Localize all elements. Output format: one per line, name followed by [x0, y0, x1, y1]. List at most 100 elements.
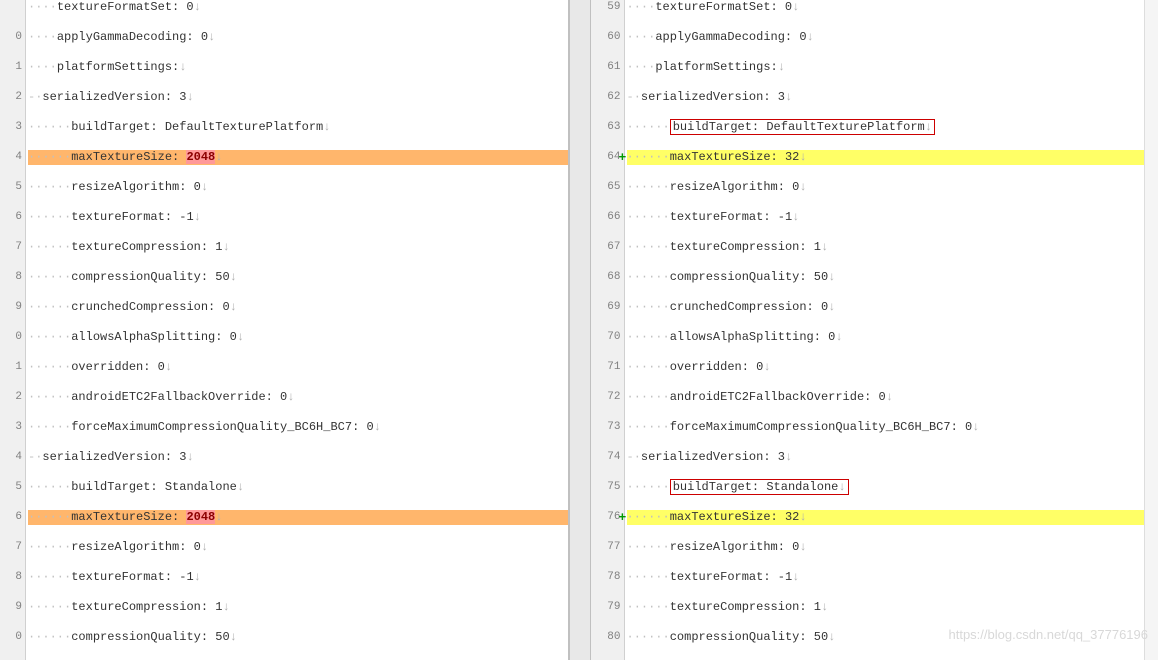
code-line[interactable]: 1····platformSettings:↓ [0, 60, 568, 75]
line-text: ······overridden: 0↓ [28, 360, 568, 375]
line-text: -·serializedVersion: 3↓ [627, 450, 1158, 465]
code-line[interactable]: 4······maxTextureSize: 2048↓ [0, 150, 568, 165]
code-line[interactable]: 62-·serializedVersion: 3↓ [591, 90, 1158, 105]
line-text: ······overridden: 0↓ [627, 360, 1158, 375]
line-text: ····platformSettings:↓ [28, 60, 568, 75]
line-number: 4 [0, 450, 26, 465]
code-line[interactable]: 6······maxTextureSize: 2048↓ [0, 510, 568, 525]
code-line[interactable]: 0····applyGammaDecoding: 0↓ [0, 30, 568, 45]
line-number: 1 [0, 60, 26, 75]
line-number: 5 [0, 480, 26, 495]
line-number: 65 [591, 180, 625, 195]
code-line[interactable]: 7······resizeAlgorithm: 0↓ [0, 540, 568, 555]
code-line[interactable]: 76+······maxTextureSize: 32↓ [591, 510, 1158, 525]
line-text: ······crunchedCompression: 0↓ [627, 300, 1158, 315]
highlight-box: buildTarget: Standalone↓ [670, 479, 849, 495]
code-line[interactable]: 9······textureCompression: 1↓ [0, 600, 568, 615]
line-number: 4 [0, 150, 26, 165]
line-text: +······maxTextureSize: 32↓ [627, 150, 1158, 165]
code-line[interactable]: ····textureFormatSet: 0↓ [0, 0, 568, 15]
plus-marker: + [619, 150, 627, 165]
code-line[interactable]: 69······crunchedCompression: 0↓ [591, 300, 1158, 315]
line-number: 71 [591, 360, 625, 375]
line-text: ······maxTextureSize: 2048↓ [28, 510, 568, 525]
code-line[interactable]: 72······androidETC2FallbackOverride: 0↓ [591, 390, 1158, 405]
code-line[interactable]: 2······androidETC2FallbackOverride: 0↓ [0, 390, 568, 405]
code-line[interactable]: 66······textureFormat: -1↓ [591, 210, 1158, 225]
diff-value: 2048 [186, 150, 215, 164]
line-number: 2 [0, 390, 26, 405]
code-line[interactable]: 0······allowsAlphaSplitting: 0↓ [0, 330, 568, 345]
line-text: ······textureFormat: -1↓ [28, 210, 568, 225]
code-line[interactable]: 0······compressionQuality: 50↓ [0, 630, 568, 645]
code-line[interactable]: 77······resizeAlgorithm: 0↓ [591, 540, 1158, 555]
code-line[interactable]: 3······forceMaximumCompressionQuality_BC… [0, 420, 568, 435]
line-number: 1 [0, 360, 26, 375]
line-text: ······resizeAlgorithm: 0↓ [28, 540, 568, 555]
left-lines[interactable]: ····textureFormatSet: 0↓0····applyGammaD… [0, 0, 568, 660]
line-text: ······androidETC2FallbackOverride: 0↓ [627, 390, 1158, 405]
line-text: ······textureFormat: -1↓ [627, 210, 1158, 225]
overview-ruler[interactable] [1144, 0, 1158, 660]
line-text: ······maxTextureSize: 2048↓ [28, 150, 568, 165]
code-line[interactable]: 64+······maxTextureSize: 32↓ [591, 150, 1158, 165]
code-line[interactable]: 71······overridden: 0↓ [591, 360, 1158, 375]
code-line[interactable]: 4-·serializedVersion: 3↓ [0, 450, 568, 465]
code-line[interactable]: 59····textureFormatSet: 0↓ [591, 0, 1158, 15]
line-text: ······buildTarget: DefaultTexturePlatfor… [627, 120, 1158, 135]
line-number: 0 [0, 330, 26, 345]
code-line[interactable]: 9······crunchedCompression: 0↓ [0, 300, 568, 315]
code-line[interactable]: 78······textureFormat: -1↓ [591, 570, 1158, 585]
left-pane[interactable]: ····textureFormatSet: 0↓0····applyGammaD… [0, 0, 569, 660]
line-number: 59 [591, 0, 625, 15]
code-line[interactable]: 3······buildTarget: DefaultTexturePlatfo… [0, 120, 568, 135]
code-line[interactable]: 6······textureFormat: -1↓ [0, 210, 568, 225]
code-line[interactable]: 2-·serializedVersion: 3↓ [0, 90, 568, 105]
line-number: 75 [591, 480, 625, 495]
code-line[interactable]: 70······allowsAlphaSplitting: 0↓ [591, 330, 1158, 345]
code-line[interactable]: 8······compressionQuality: 50↓ [0, 270, 568, 285]
line-number: 9 [0, 300, 26, 315]
line-text: ······resizeAlgorithm: 0↓ [627, 180, 1158, 195]
line-number: 70 [591, 330, 625, 345]
code-line[interactable]: 75······buildTarget: Standalone↓ [591, 480, 1158, 495]
code-line[interactable]: 5······resizeAlgorithm: 0↓ [0, 180, 568, 195]
right-lines[interactable]: 59····textureFormatSet: 0↓60····applyGam… [591, 0, 1158, 660]
code-line[interactable]: 79······textureCompression: 1↓ [591, 600, 1158, 615]
right-pane[interactable]: 59····textureFormatSet: 0↓60····applyGam… [591, 0, 1158, 660]
line-text: ····applyGammaDecoding: 0↓ [627, 30, 1158, 45]
line-text: -·serializedVersion: 3↓ [28, 450, 568, 465]
line-text: ······compressionQuality: 50↓ [627, 270, 1158, 285]
line-text: ······buildTarget: DefaultTexturePlatfor… [28, 120, 568, 135]
line-text: ····platformSettings:↓ [627, 60, 1158, 75]
splitter[interactable] [569, 0, 591, 660]
line-text: ······textureCompression: 1↓ [28, 600, 568, 615]
code-line[interactable]: 1······overridden: 0↓ [0, 360, 568, 375]
code-line[interactable]: 74-·serializedVersion: 3↓ [591, 450, 1158, 465]
code-line[interactable]: 68······compressionQuality: 50↓ [591, 270, 1158, 285]
line-number: 63 [591, 120, 625, 135]
line-text: ······textureFormat: -1↓ [627, 570, 1158, 585]
line-number: 77 [591, 540, 625, 555]
line-text: ····applyGammaDecoding: 0↓ [28, 30, 568, 45]
line-number: 5 [0, 180, 26, 195]
line-number: 6 [0, 210, 26, 225]
code-line[interactable]: 5······buildTarget: Standalone↓ [0, 480, 568, 495]
line-text: ······resizeAlgorithm: 0↓ [28, 180, 568, 195]
line-text: ····textureFormatSet: 0↓ [627, 0, 1158, 15]
code-line[interactable]: 63······buildTarget: DefaultTexturePlatf… [591, 120, 1158, 135]
code-line[interactable]: 61····platformSettings:↓ [591, 60, 1158, 75]
code-line[interactable]: 73······forceMaximumCompressionQuality_B… [591, 420, 1158, 435]
line-number: 80 [591, 630, 625, 645]
code-line[interactable]: 8······textureFormat: -1↓ [0, 570, 568, 585]
code-line[interactable]: 65······resizeAlgorithm: 0↓ [591, 180, 1158, 195]
code-line[interactable]: 67······textureCompression: 1↓ [591, 240, 1158, 255]
line-number: 7 [0, 540, 26, 555]
line-text: +······maxTextureSize: 32↓ [627, 510, 1158, 525]
line-text: ······forceMaximumCompressionQuality_BC6… [627, 420, 1158, 435]
code-line[interactable]: 7······textureCompression: 1↓ [0, 240, 568, 255]
line-text: ······allowsAlphaSplitting: 0↓ [28, 330, 568, 345]
code-line[interactable]: 60····applyGammaDecoding: 0↓ [591, 30, 1158, 45]
diff-viewer: ····textureFormatSet: 0↓0····applyGammaD… [0, 0, 1158, 660]
line-number: 60 [591, 30, 625, 45]
